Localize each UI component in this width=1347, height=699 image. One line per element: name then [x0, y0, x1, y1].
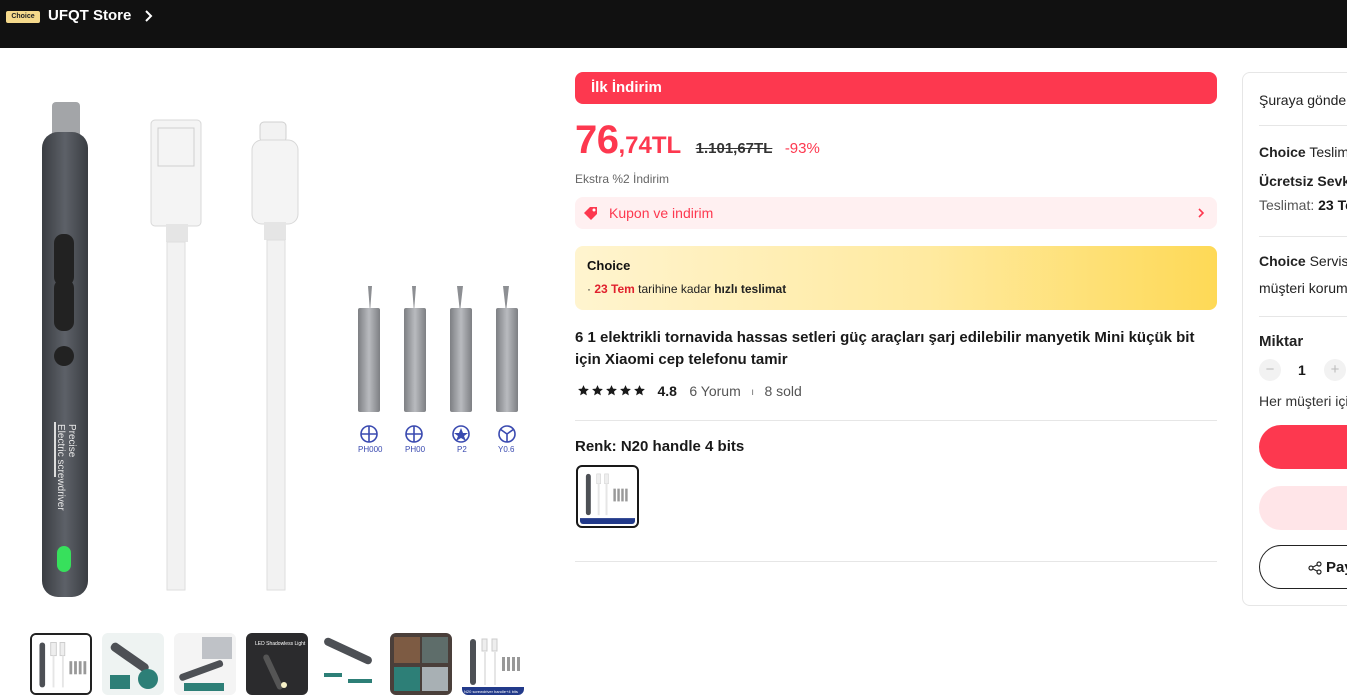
add-to-cart-button[interactable] — [1259, 486, 1347, 530]
current-price-decimal: ,74TL — [618, 132, 682, 159]
free-shipping-text: Ücretsiz Sevkiyat — [1259, 173, 1347, 189]
thumbnail-7[interactable]: N20 screwdriver handle+4 bits — [462, 633, 524, 695]
bit-label-p2: P2 — [457, 445, 467, 454]
share-icon — [1308, 561, 1322, 575]
bit-label-y06: Y0.6 — [498, 445, 515, 454]
star-icon — [578, 385, 589, 396]
coupon-tag-icon — [584, 207, 597, 220]
discount-percent: -93% — [784, 140, 820, 157]
bit-label-ph000: PH000 — [358, 445, 383, 454]
thumb-handle-caption: N20 screwdriver handle+4 bits — [464, 689, 518, 694]
rating-value: 4.8 — [657, 383, 677, 399]
fast-delivery-text: hızlı teslimat — [714, 282, 787, 296]
ship-to-label[interactable]: Şuraya gönderiliyor — [1259, 92, 1347, 108]
choice-delivery-line: · 23 Tem tarihine kadar hızlı teslimat — [587, 282, 787, 296]
color-option-n20-handle[interactable] — [576, 465, 639, 528]
section-divider — [575, 420, 1217, 421]
coupon-discount-row[interactable]: Kupon ve indirim — [575, 197, 1217, 229]
original-price: 1.101,67TL — [695, 140, 773, 157]
store-header-bar: Choice UFQT Store — [0, 0, 1347, 48]
extra-discount-text: Ekstra %2 İndirim — [575, 172, 670, 186]
bit-label-ph00: PH00 — [405, 445, 426, 454]
sold-count: 8 sold — [764, 383, 802, 399]
star-icon — [620, 385, 631, 396]
thumb-led-title: LED Shadowless Light — [255, 641, 306, 647]
choice-logo-text: Choice — [587, 258, 631, 273]
section-divider — [575, 561, 1217, 562]
store-name-link[interactable]: UFQT Store — [48, 7, 131, 25]
thumbnail-5[interactable] — [318, 633, 380, 695]
quantity-label: Miktar — [1259, 333, 1304, 350]
current-price-integer: 76 — [575, 118, 619, 162]
main-product-image[interactable]: Precise Electric screwdriver PH000 PH00 … — [16, 72, 556, 612]
star-icon — [592, 385, 603, 396]
price-row: 76,74TL 1.101,67TL -93% — [575, 118, 820, 164]
reviews-link[interactable]: 6 Yorum — [689, 383, 740, 399]
bit-ph00 — [404, 286, 426, 443]
bit-p2 — [450, 286, 472, 443]
choice-badge: Choice — [6, 11, 40, 23]
quantity-value[interactable]: 1 — [1298, 362, 1306, 378]
bit-ph000 — [358, 286, 380, 443]
star-icon — [634, 385, 645, 396]
share-button[interactable]: Paylaş — [1259, 545, 1347, 589]
thumbnail-4[interactable]: LED Shadowless Light — [246, 633, 308, 695]
thumbnail-2[interactable] — [102, 633, 164, 695]
thumbnail-1[interactable] — [30, 633, 92, 695]
coupon-label: Kupon ve indirim — [609, 205, 714, 221]
service-heading: Choice Servis — [1259, 253, 1347, 269]
bit-y06 — [496, 286, 518, 443]
first-discount-banner: İlk İndirim — [575, 72, 1217, 104]
quantity-increase-button[interactable]: + — [1324, 359, 1346, 381]
panel-divider — [1259, 316, 1347, 317]
panel-divider — [1259, 125, 1347, 126]
chevron-right-icon — [1198, 208, 1205, 218]
usb-c-cable-drawing — [251, 121, 299, 591]
star-icon — [606, 385, 617, 396]
separator: ı — [751, 387, 754, 398]
color-label: Renk: N20 handle 4 bits — [575, 438, 745, 455]
share-label: Paylaş — [1326, 559, 1347, 576]
brand-text-precise: Precise — [66, 424, 77, 458]
per-customer-limit-text: Her müşteri için — [1259, 393, 1347, 409]
panel-divider — [1259, 236, 1347, 237]
thumbnail-6[interactable] — [390, 633, 452, 695]
thumbnail-3[interactable] — [174, 633, 236, 695]
brand-text-electric: Electric screwdriver — [55, 424, 66, 511]
usb-a-cable-drawing — [150, 119, 202, 591]
buy-now-button[interactable] — [1259, 425, 1347, 469]
delivery-date: 23 Tem — [594, 282, 635, 296]
quantity-decrease-button[interactable]: − — [1259, 359, 1281, 381]
choice-logo-text: Choice — [1259, 144, 1306, 160]
purchase-side-panel: Şuraya gönderiliyor Choice Teslimat Ücre… — [1242, 72, 1347, 606]
chevron-right-icon[interactable] — [143, 8, 155, 24]
choice-logo-text: Choice — [1259, 253, 1306, 269]
screwdriver-drawing — [42, 102, 88, 597]
rating-row: 4.8 6 Yorum ı 8 sold — [577, 383, 802, 403]
service-text: müşteri koruması — [1259, 280, 1347, 296]
delivery-heading: Choice Teslimat — [1259, 144, 1347, 160]
product-title: 6 1 elektrikli tornavida hassas setleri … — [575, 329, 1195, 368]
delivery-date-line: Teslimat: 23 Tem — [1259, 197, 1347, 213]
choice-delivery-box: Choice · 23 Tem tarihine kadar hızlı tes… — [575, 246, 1217, 310]
